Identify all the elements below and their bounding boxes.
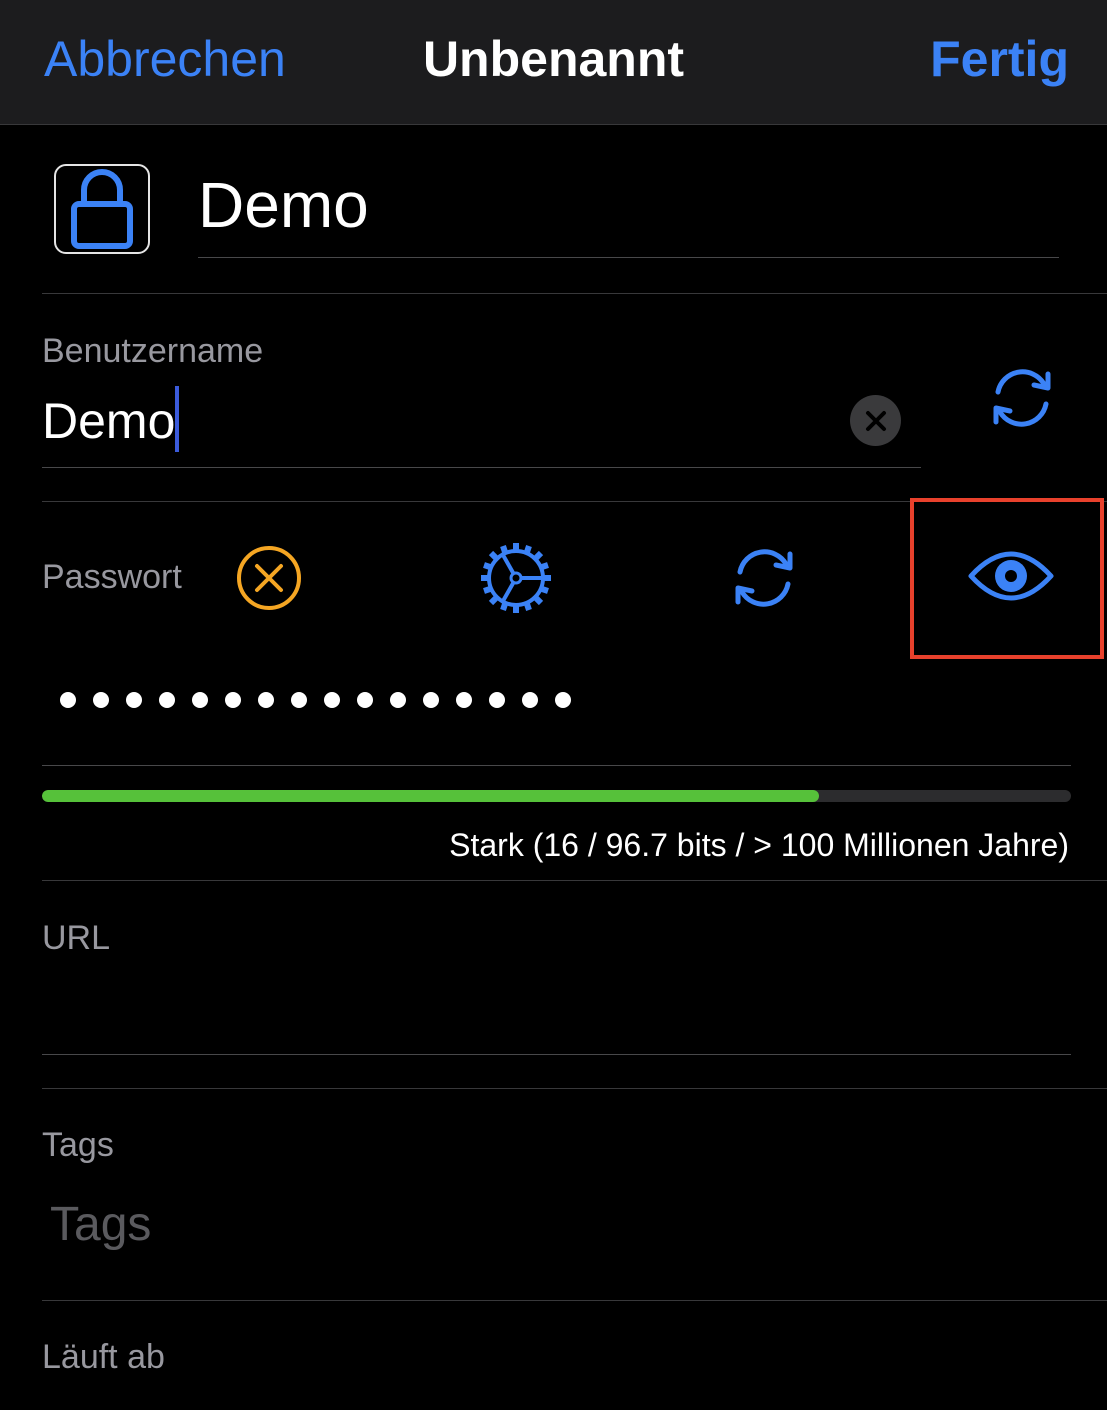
password-strength-bar xyxy=(42,790,1071,802)
expires-label: Läuft ab xyxy=(42,1338,165,1376)
navigation-bar: Unbenannt Abbrechen Fertig xyxy=(0,0,1107,125)
password-dot xyxy=(159,692,175,708)
password-dot xyxy=(522,692,538,708)
password-dot xyxy=(357,692,373,708)
password-dot xyxy=(489,692,505,708)
tags-label: Tags xyxy=(42,1126,114,1164)
password-dot xyxy=(126,692,142,708)
clear-username-button[interactable] xyxy=(850,395,901,446)
entry-icon-button[interactable] xyxy=(54,164,150,254)
password-dot xyxy=(324,692,340,708)
username-field[interactable]: Demo xyxy=(42,378,921,468)
password-generator-settings-button[interactable] xyxy=(478,540,554,616)
clear-password-button[interactable] xyxy=(234,543,304,613)
password-dot xyxy=(192,692,208,708)
divider xyxy=(42,880,1107,881)
divider xyxy=(42,1088,1107,1089)
password-strength-text: Stark (16 / 96.7 bits / > 100 Millionen … xyxy=(449,827,1069,863)
cancel-button[interactable]: Abbrechen xyxy=(44,30,286,88)
password-dot xyxy=(291,692,307,708)
username-value: Demo xyxy=(42,393,176,449)
divider xyxy=(42,1300,1107,1301)
close-icon xyxy=(865,410,886,431)
password-dot xyxy=(258,692,274,708)
done-button[interactable]: Fertig xyxy=(930,30,1069,88)
password-label: Passwort xyxy=(42,558,182,596)
clear-password-icon xyxy=(237,546,301,610)
password-dot xyxy=(456,692,472,708)
lock-icon xyxy=(71,169,133,249)
password-masked-value xyxy=(60,680,571,720)
entry-title-value: Demo xyxy=(198,169,369,241)
password-dot xyxy=(555,692,571,708)
password-dot xyxy=(60,692,76,708)
refresh-icon xyxy=(993,369,1051,427)
url-field[interactable] xyxy=(42,975,1071,1055)
text-caret xyxy=(175,386,179,452)
entry-title-field[interactable]: Demo xyxy=(198,165,1059,258)
url-label: URL xyxy=(42,919,111,957)
password-dot xyxy=(225,692,241,708)
username-generate-button[interactable] xyxy=(980,360,1064,436)
password-dot xyxy=(93,692,109,708)
tags-input[interactable]: Tags xyxy=(50,1197,151,1252)
username-label: Benutzername xyxy=(42,332,264,370)
password-dot xyxy=(390,692,406,708)
password-dot xyxy=(423,692,439,708)
password-strength-fill xyxy=(42,790,819,802)
regenerate-password-button[interactable] xyxy=(722,540,806,616)
regenerate-password-icon xyxy=(735,549,793,607)
highlight-box xyxy=(910,498,1104,659)
password-generator-settings-icon xyxy=(481,543,551,613)
divider xyxy=(42,293,1107,294)
